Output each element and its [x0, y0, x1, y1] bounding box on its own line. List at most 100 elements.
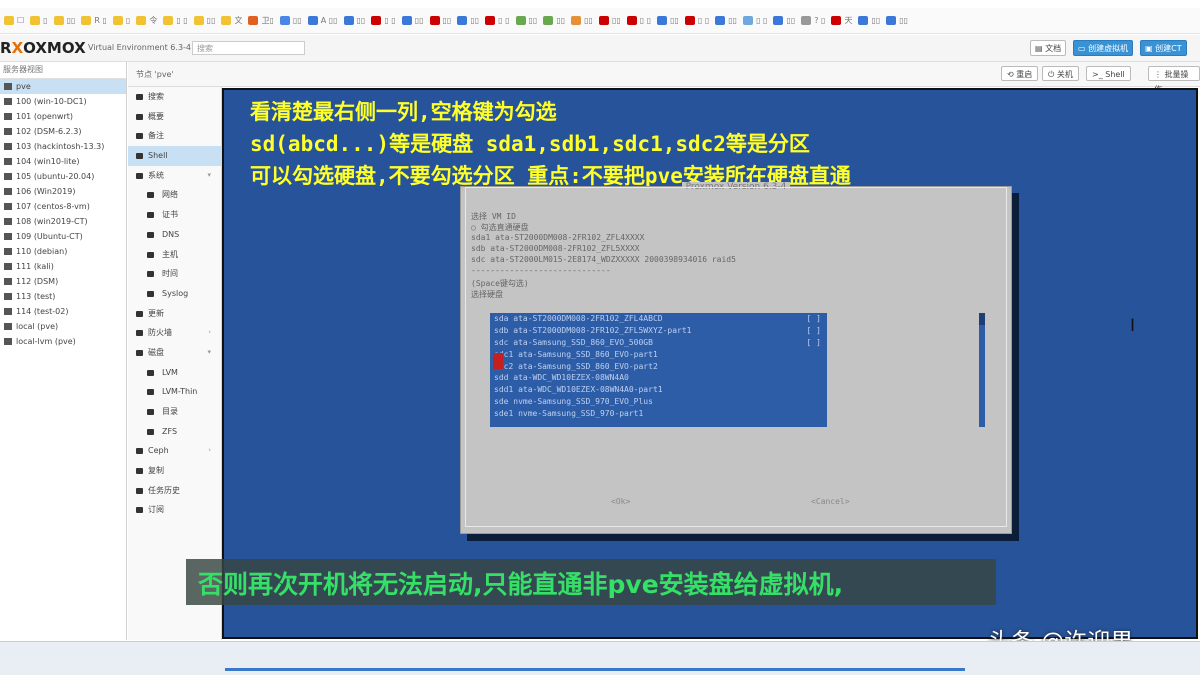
- disk-row[interactable]: sdc1 ata-Samsung_SSD_860_EVO-part1: [490, 349, 827, 361]
- disk-row[interactable]: sdd1 ata-WDC_WD10EZEX-08WN4A0-part1: [490, 384, 827, 396]
- tree-item[interactable]: 110 (debian): [0, 244, 126, 259]
- bookmark-item[interactable]: ▯▯: [401, 16, 424, 25]
- menu-item[interactable]: 网络: [128, 185, 221, 205]
- menu-item[interactable]: 备注: [128, 126, 221, 146]
- bookmark-item[interactable]: ▯▯: [598, 16, 621, 25]
- bookmark-item[interactable]: ▯: [30, 16, 48, 25]
- bookmark-item[interactable]: ▯▯: [343, 16, 365, 25]
- menu-item[interactable]: 更新: [128, 304, 221, 324]
- documentation-button[interactable]: ▤ 文档: [1030, 40, 1067, 56]
- tree-item[interactable]: local-lvm (pve): [0, 334, 126, 349]
- bookmark-item[interactable]: ▯▯: [457, 16, 479, 25]
- disk-row[interactable]: sdc ata-Samsung_SSD_860_EVO_500GB [ ]: [490, 337, 827, 349]
- tree-item[interactable]: 109 (Ubuntu-CT): [0, 229, 126, 244]
- expand-chevron-icon[interactable]: ▾: [207, 343, 211, 363]
- tree-item[interactable]: 105 (ubuntu-20.04): [0, 169, 126, 184]
- server-view-selector[interactable]: 服务器视图: [0, 62, 126, 79]
- bookmark-item[interactable]: ▯▯: [429, 16, 451, 25]
- cancel-button[interactable]: <Cancel>: [811, 497, 850, 506]
- expand-chevron-icon[interactable]: ›: [208, 323, 211, 343]
- menu-item[interactable]: 防火墙 ›: [128, 323, 221, 343]
- bookmark-item[interactable]: 文: [221, 15, 242, 26]
- menu-item[interactable]: Ceph ›: [128, 441, 221, 461]
- tree-item[interactable]: 103 (hackintosh-13.3): [0, 139, 126, 154]
- expand-chevron-icon[interactable]: ▾: [207, 166, 211, 186]
- disk-row[interactable]: sdc2 ata-Samsung_SSD_860_EVO-part2: [490, 361, 827, 373]
- tree-item[interactable]: 106 (Win2019): [0, 184, 126, 199]
- bookmark-item[interactable]: ▯▯: [715, 16, 737, 25]
- create-vm-button[interactable]: ▭ 创建虚拟机: [1073, 40, 1134, 56]
- menu-item[interactable]: 订阅: [128, 500, 221, 520]
- bookmark-item[interactable]: ▯ ▯: [485, 16, 510, 25]
- menu-item[interactable]: 磁盘 ▾: [128, 343, 221, 363]
- menu-item[interactable]: 复制: [128, 461, 221, 481]
- bookmark-item[interactable]: ▯: [112, 16, 130, 25]
- disk-checklist[interactable]: sda ata-ST2000DM008-2FR102_ZFL4ABCD[ ] sd…: [490, 313, 827, 427]
- tree-item[interactable]: 104 (win10-lite): [0, 154, 126, 169]
- disk-checkbox[interactable]: [ ]: [807, 313, 821, 325]
- bookmark-item[interactable]: ☐: [4, 16, 24, 25]
- disk-row[interactable]: sdd ata-WDC_WD10EZEX-08WN4A0: [490, 372, 827, 384]
- menu-item[interactable]: ZFS: [128, 422, 221, 442]
- search-input[interactable]: 搜索: [192, 41, 305, 55]
- menu-item[interactable]: 主机: [128, 245, 221, 265]
- bulk-actions-button[interactable]: ⋮ 批量操作: [1148, 66, 1200, 94]
- tree-item[interactable]: 111 (kali): [0, 259, 126, 274]
- menu-item[interactable]: 证书: [128, 205, 221, 225]
- bookmark-item[interactable]: ▯▯: [773, 16, 795, 25]
- disk-checkbox[interactable]: [ ]: [807, 337, 821, 349]
- shell-console[interactable]: 看清楚最右侧一列,空格键为勾选 sd(abcd...)等是硬盘 sda1,sdb…: [222, 88, 1198, 639]
- ok-button[interactable]: <Ok>: [611, 497, 630, 506]
- shutdown-button[interactable]: ⏻ 关机: [1042, 66, 1079, 81]
- bookmark-item[interactable]: 令: [136, 15, 157, 26]
- bookmark-item[interactable]: R ▯: [81, 16, 107, 25]
- bookmark-item[interactable]: ▯ ▯: [371, 16, 396, 25]
- disk-row[interactable]: sdb ata-ST2000DM008-2FR102_ZFL5WXYZ-part…: [490, 325, 827, 337]
- bookmark-item[interactable]: 卫▯: [248, 15, 274, 26]
- disk-row[interactable]: sde nvme-Samsung_SSD_970_EVO_Plus: [490, 396, 827, 408]
- reboot-button[interactable]: ⟲ 重启: [1001, 66, 1039, 81]
- menu-item[interactable]: 时间: [128, 264, 221, 284]
- bookmark-item[interactable]: ▯▯: [571, 16, 593, 25]
- menu-item[interactable]: LVM: [128, 363, 221, 383]
- tree-item[interactable]: 100 (win-10-DC1): [0, 94, 126, 109]
- disk-row[interactable]: sda ata-ST2000DM008-2FR102_ZFL4ABCD [ ]: [490, 313, 827, 325]
- bookmark-item[interactable]: ▯▯: [543, 16, 565, 25]
- expand-chevron-icon[interactable]: ›: [208, 441, 211, 461]
- tree-item[interactable]: 108 (win2019-CT): [0, 214, 126, 229]
- dialog-scrollbar[interactable]: [979, 313, 985, 427]
- menu-item[interactable]: 系统 ▾: [128, 166, 221, 186]
- disk-checkbox[interactable]: [ ]: [807, 325, 821, 337]
- menu-item[interactable]: LVM-Thin: [128, 382, 221, 402]
- bookmark-item[interactable]: A ▯▯: [307, 16, 338, 25]
- bookmark-item[interactable]: ▯ ▯: [684, 16, 709, 25]
- proxmox-logo[interactable]: RXOXMOX: [0, 39, 86, 57]
- bookmark-item[interactable]: ▯▯: [193, 16, 215, 25]
- bookmark-item[interactable]: ▯▯: [279, 16, 302, 25]
- bookmark-item[interactable]: ▯ ▯: [626, 16, 651, 25]
- menu-item[interactable]: 任务历史: [128, 481, 221, 501]
- bookmark-item[interactable]: ▯ ▯: [163, 16, 188, 25]
- menu-item[interactable]: Syslog: [128, 284, 221, 304]
- shell-button[interactable]: >_ Shell: [1086, 66, 1131, 81]
- bookmark-item[interactable]: ▯▯: [657, 16, 679, 25]
- disk-row[interactable]: sde1 nvme-Samsung_SSD_970-part1: [490, 408, 827, 420]
- menu-item[interactable]: DNS: [128, 225, 221, 245]
- bookmark-item[interactable]: ? ▯: [801, 16, 825, 25]
- bookmark-item[interactable]: ▯▯: [858, 16, 880, 25]
- bookmark-item[interactable]: 天: [831, 15, 852, 26]
- menu-item[interactable]: Shell: [128, 146, 221, 166]
- tree-item[interactable]: 113 (test): [0, 289, 126, 304]
- menu-item[interactable]: 目录: [128, 402, 221, 422]
- menu-item[interactable]: 概要: [128, 107, 221, 127]
- bookmark-item[interactable]: ▯▯: [515, 16, 537, 25]
- menu-item[interactable]: 搜索: [128, 87, 221, 107]
- tree-item[interactable]: local (pve): [0, 319, 126, 334]
- tree-item[interactable]: 112 (DSM): [0, 274, 126, 289]
- bookmark-item[interactable]: ▯▯: [53, 16, 75, 25]
- tree-node-pve[interactable]: pve: [0, 79, 126, 94]
- tree-item[interactable]: 114 (test-02): [0, 304, 126, 319]
- tree-item[interactable]: 101 (openwrt): [0, 109, 126, 124]
- create-ct-button[interactable]: ▣ 创建CT: [1140, 40, 1187, 56]
- bookmark-item[interactable]: ▯ ▯: [743, 16, 767, 25]
